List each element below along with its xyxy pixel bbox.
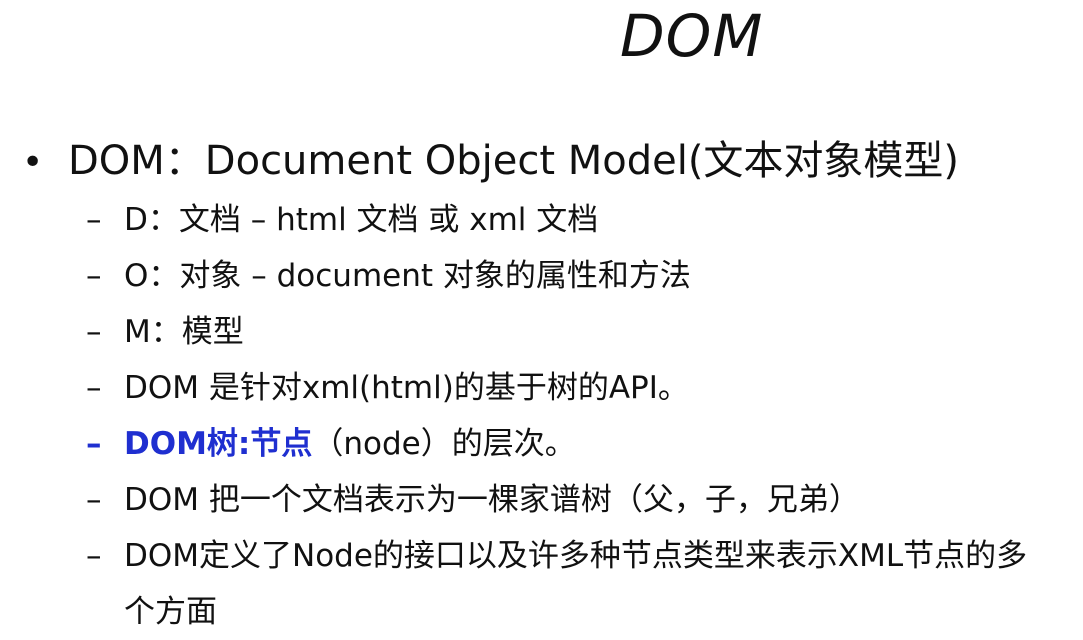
dash-icon: – [86,426,102,462]
dash-icon: – [86,202,102,238]
sub-item-m: – M：模型 [86,304,1034,360]
sub-item-text: DOM树:节点（node）的层次。 [124,416,576,472]
dash-icon: – [86,314,102,350]
sub-item-node-interface: – DOM定义了Node的接口以及许多种节点类型来表示XML节点的多个方面 [86,528,1034,640]
sub-item-text: M：模型 [124,314,244,350]
sub-item-family-tree: – DOM 把一个文档表示为一棵家谱树（父，子，兄弟） [86,472,1034,528]
main-bullet: • DOM：Document Object Model(文本对象模型) [22,128,959,186]
sub-item-text: D：文档 – html 文档 或 xml 文档 [124,202,599,238]
bullet-dot-icon: • [22,142,44,183]
dash-icon: – [86,482,102,518]
sub-item-text: O：对象 – document 对象的属性和方法 [124,258,691,294]
dash-icon: – [86,370,102,406]
sub-item-text: DOM 把一个文档表示为一棵家谱树（父，子，兄弟） [124,482,860,518]
sub-item-text: DOM 是针对xml(html)的基于树的API。 [124,370,689,406]
highlight-text: DOM树:节点 [124,426,313,462]
slide: DOM • DOM：Document Object Model(文本对象模型) … [0,0,1083,640]
dash-icon: – [86,258,102,294]
dash-icon: – [86,538,102,574]
sub-item-dom-tree: – DOM树:节点（node）的层次。 [86,416,1034,472]
sub-item-o: – O：对象 – document 对象的属性和方法 [86,248,1034,304]
sub-item-d: – D：文档 – html 文档 或 xml 文档 [86,192,1034,248]
sub-item-text: DOM定义了Node的接口以及许多种节点类型来表示XML节点的多个方面 [124,538,1028,630]
sub-bullet-list: – D：文档 – html 文档 或 xml 文档 – O：对象 – docum… [86,192,1034,640]
main-bullet-text: DOM：Document Object Model(文本对象模型) [68,138,960,184]
sub-item-rest-text: （node）的层次。 [312,426,576,462]
sub-item-dom-api: – DOM 是针对xml(html)的基于树的API。 [86,360,1034,416]
slide-title: DOM [620,2,764,70]
